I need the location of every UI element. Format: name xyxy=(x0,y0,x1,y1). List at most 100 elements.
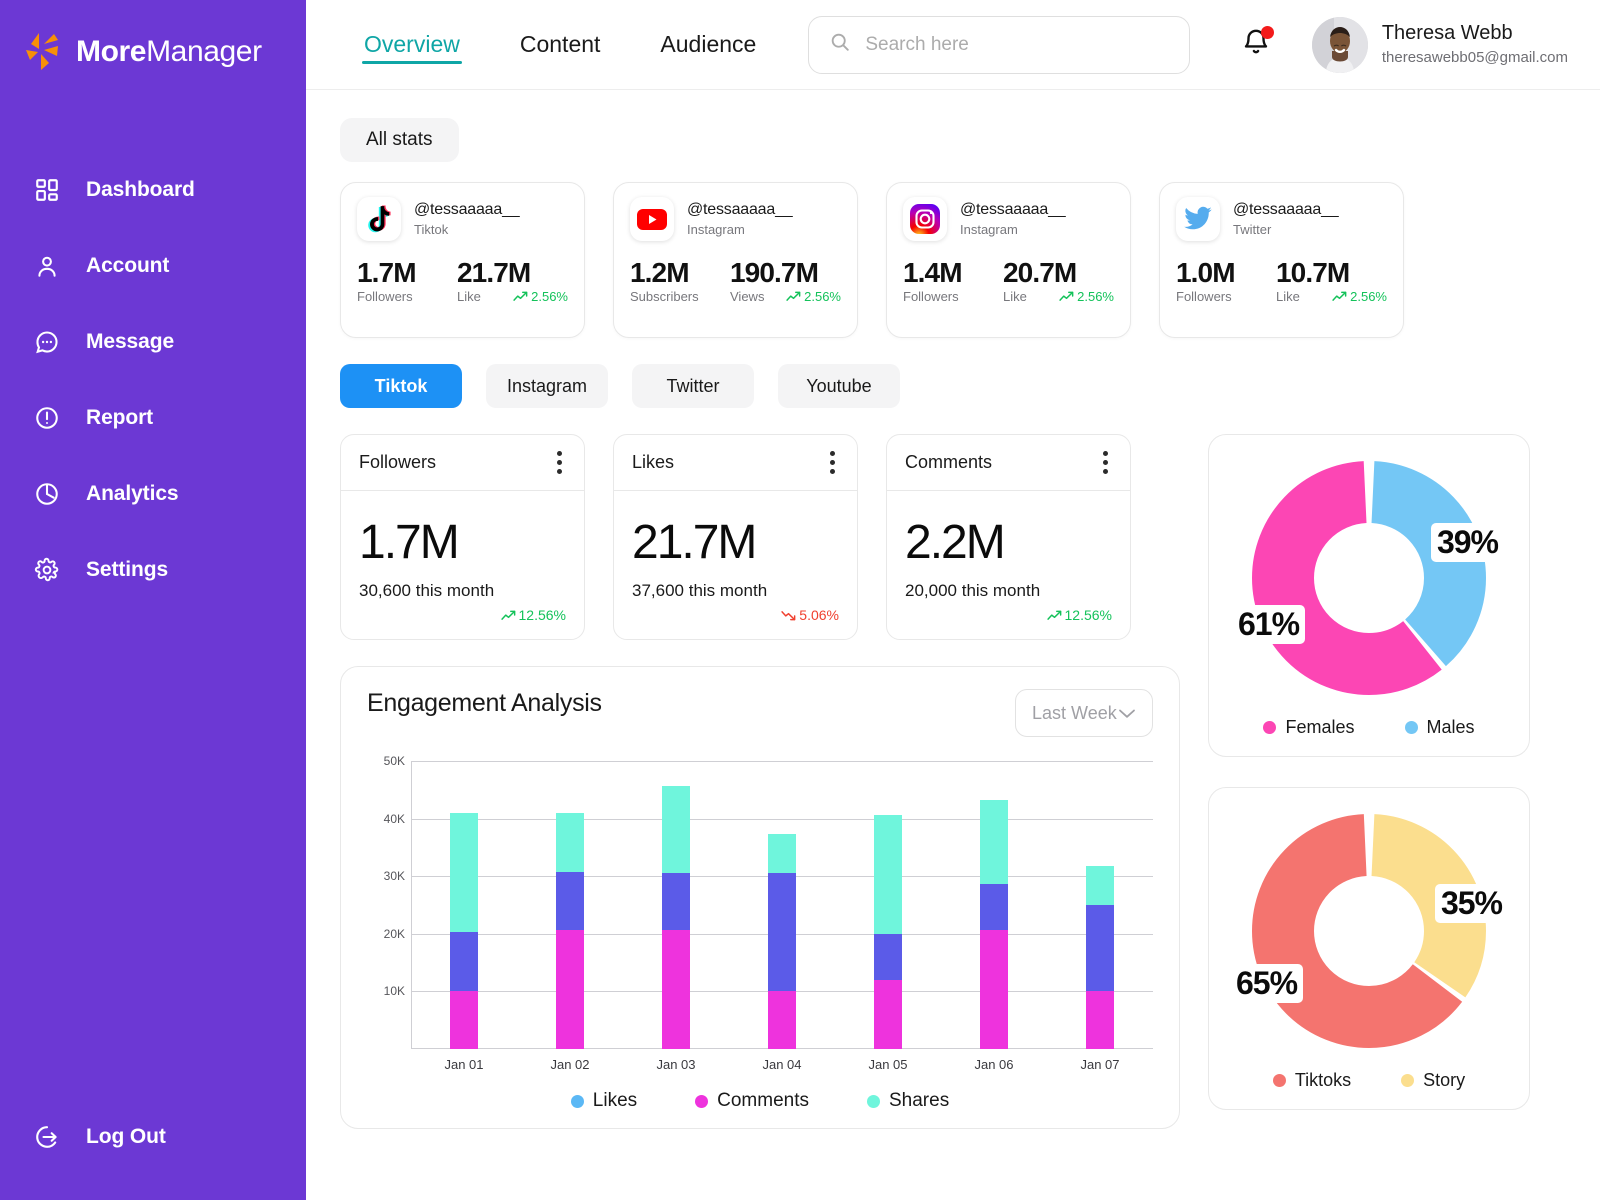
timerange-dropdown[interactable]: Last Week xyxy=(1015,689,1153,737)
bar-segment xyxy=(450,813,478,932)
platform-tab-tiktok[interactable]: Tiktok xyxy=(340,364,462,408)
avatar xyxy=(1311,16,1368,73)
bar-segment xyxy=(768,873,796,992)
sidebar-item-analytics[interactable]: Analytics xyxy=(0,456,306,532)
account-platform: Twitter xyxy=(1233,222,1272,237)
legend-item-comments[interactable]: Comments xyxy=(695,1090,809,1112)
account-card-instagram[interactable]: @tessaaaaa__ Instagram 1.4M 20.7M Follow… xyxy=(886,182,1131,338)
tiktoks-percent-badge: 65% xyxy=(1230,964,1304,1004)
account-handle: @tessaaaaa__ xyxy=(414,201,520,218)
more-options-icon[interactable] xyxy=(826,447,839,478)
sidebar-item-report[interactable]: Report xyxy=(0,380,306,456)
legend-item-story: Story xyxy=(1401,1070,1465,1091)
sidebar-item-account[interactable]: Account xyxy=(0,228,306,304)
bar-column[interactable] xyxy=(1062,761,1138,1049)
platform-tab-youtube[interactable]: Youtube xyxy=(778,364,900,408)
metric-value: 21.7M xyxy=(632,516,757,569)
bar-column[interactable] xyxy=(532,761,608,1049)
account-values: 1.2M 190.7M xyxy=(630,257,841,289)
bar-column[interactable] xyxy=(638,761,714,1049)
more-options-icon[interactable] xyxy=(1099,447,1112,478)
account-delta-value: 2.56% xyxy=(531,289,568,304)
trend-down-icon xyxy=(781,610,796,620)
metric-delta: 12.56% xyxy=(359,607,566,623)
legend-dot xyxy=(1263,721,1277,734)
bar-column[interactable] xyxy=(956,761,1032,1049)
metric-card-body: 21.7M 37,600 this month 5.06% xyxy=(614,491,857,639)
sidebar-item-label: Message xyxy=(86,330,175,353)
logout-button[interactable]: Log Out xyxy=(0,1120,306,1154)
brand-name: MoreManager xyxy=(76,35,262,69)
profile-name: Theresa Webb xyxy=(1381,22,1513,45)
y-axis-tick-label: 50K xyxy=(383,754,405,768)
all-stats-button[interactable]: All stats xyxy=(340,118,459,162)
legend-item-tiktoks: Tiktoks xyxy=(1272,1070,1352,1091)
metric-card-comments: Comments 2.2M 20,000 this month 12.56% xyxy=(886,434,1131,640)
account-metric-value: 21.7M xyxy=(457,257,531,288)
search-box[interactable] xyxy=(808,15,1191,74)
trend-up-icon xyxy=(1059,291,1074,301)
account-delta: 2.56% xyxy=(1059,289,1114,304)
sidebar-nav: Dashboard Account Message Report Analyti… xyxy=(0,152,306,608)
legend-dot xyxy=(570,1094,584,1108)
tab-audience[interactable]: Audience xyxy=(630,0,786,90)
content-type-donut-chart: 35% 65% xyxy=(1230,806,1508,1056)
legend-item-likes[interactable]: Likes xyxy=(570,1090,637,1112)
bar-column[interactable] xyxy=(850,761,926,1049)
metric-delta-value: 12.56% xyxy=(1064,607,1112,623)
legend-dot xyxy=(695,1094,709,1108)
timerange-value: Last Week xyxy=(1032,702,1117,723)
trend-up-icon xyxy=(513,291,528,301)
content-type-donut-svg xyxy=(1252,814,1486,1048)
header-tabs: Overview Content Audience xyxy=(334,0,786,90)
account-metric-label: Followers xyxy=(1176,289,1232,304)
metric-card-header: Likes xyxy=(614,435,857,491)
account-card-youtube[interactable]: @tessaaaaa__ Instagram 1.2M 190.7M Subsc… xyxy=(613,182,858,338)
bar-segment xyxy=(1086,991,1114,1049)
sidebar-item-message[interactable]: Message xyxy=(0,304,306,380)
x-axis-tick-label: Jan 03 xyxy=(656,1057,696,1072)
tab-content[interactable]: Content xyxy=(490,0,631,90)
account-card-identity: @tessaaaaa__ Twitter xyxy=(1233,201,1339,237)
bar-column[interactable] xyxy=(426,761,502,1049)
bar-column[interactable] xyxy=(744,761,820,1049)
sidebar-item-settings[interactable]: Settings xyxy=(0,532,306,608)
search-input[interactable] xyxy=(865,33,1170,56)
story-percent-badge: 35% xyxy=(1434,884,1508,924)
bar-segment xyxy=(556,930,584,1049)
bar-segment xyxy=(980,930,1008,1049)
y-axis-tick-label: 20K xyxy=(383,926,405,941)
legend-label: Tiktoks xyxy=(1294,1070,1352,1090)
search-icon xyxy=(829,31,851,58)
platform-tab-twitter[interactable]: Twitter xyxy=(632,364,754,408)
account-values: 1.0M 10.7M xyxy=(1176,257,1387,289)
legend-item-shares[interactable]: Shares xyxy=(867,1090,949,1112)
legend-label: Males xyxy=(1426,717,1475,737)
y-axis-tick-label: 10K xyxy=(383,984,405,999)
x-axis-tick-label: Jan 05 xyxy=(868,1057,908,1072)
account-card-twitter[interactable]: @tessaaaaa__ Twitter 1.0M 10.7M Follower… xyxy=(1159,182,1404,338)
gender-donut-card: 39% 61% Females Males xyxy=(1208,434,1530,757)
chat-bubble-icon xyxy=(30,325,64,359)
bar-segment xyxy=(874,979,902,1049)
sidebar-item-dashboard[interactable]: Dashboard xyxy=(0,152,306,228)
tab-overview[interactable]: Overview xyxy=(334,0,490,90)
platform-tab-instagram[interactable]: Instagram xyxy=(486,364,608,408)
stacked-bar xyxy=(556,813,584,1049)
gender-donut-chart: 39% 61% xyxy=(1232,453,1504,703)
legend-item-females: Females xyxy=(1263,717,1355,738)
sidebar-item-label: Report xyxy=(86,406,154,429)
more-options-icon[interactable] xyxy=(553,447,566,478)
profile-menu[interactable]: Theresa Webb theresawebb05@gmail.com xyxy=(1311,16,1568,73)
bar-segment xyxy=(1086,866,1114,906)
males-percent-badge: 39% xyxy=(1430,523,1504,563)
notifications-button[interactable] xyxy=(1236,25,1276,65)
account-card-tiktok[interactable]: @tessaaaaa__ Tiktok 1.7M 21.7M Followers… xyxy=(340,182,585,338)
x-axis-tick-label: Jan 04 xyxy=(762,1057,802,1072)
x-axis-tick-label: Jan 02 xyxy=(550,1057,590,1072)
bar-segment xyxy=(980,883,1008,931)
legend-label: Comments xyxy=(717,1090,809,1111)
legend-dot xyxy=(1401,1074,1415,1087)
legend-label: Females xyxy=(1285,717,1355,737)
chart-header: Engagement Analysis Last Week xyxy=(367,689,1153,737)
